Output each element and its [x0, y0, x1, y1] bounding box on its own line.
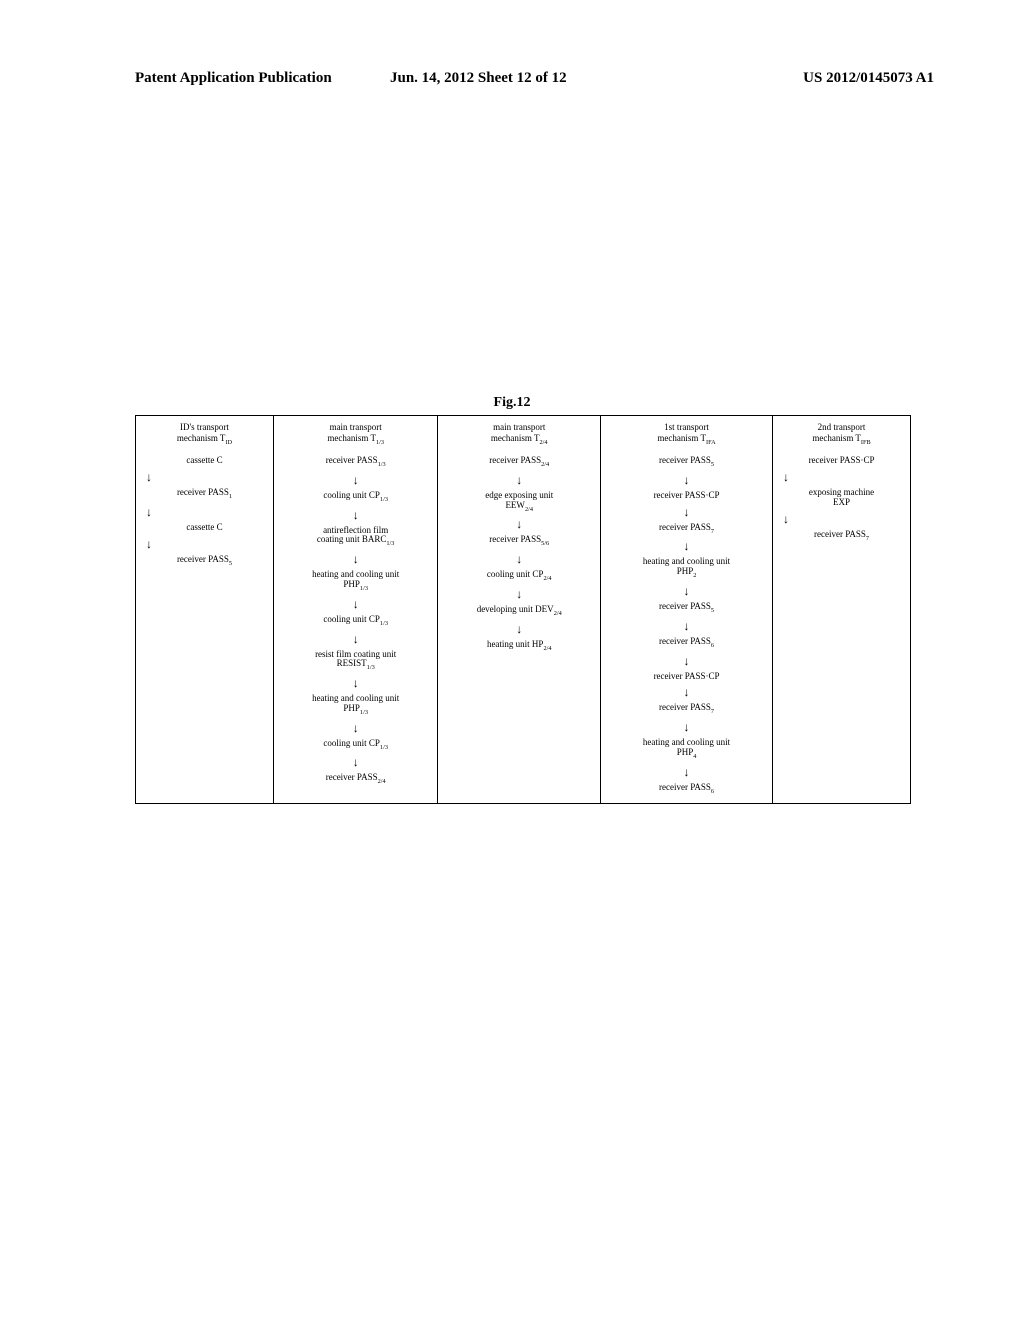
flow-step: cooling unit CP1/3	[280, 615, 431, 628]
down-arrow-icon: ↓	[607, 766, 766, 778]
flow-step: cooling unit CP1/3	[280, 739, 431, 752]
flow-step: cooling unit CP1/3	[280, 491, 431, 504]
down-arrow-icon: ↓	[607, 585, 766, 597]
table-column: 1st transportmechanism TIFA receiver PASS…	[601, 416, 773, 803]
down-arrow-icon: ↓	[280, 756, 431, 768]
down-arrow-icon: ↓	[280, 509, 431, 521]
down-arrow-icon: ↓	[146, 471, 267, 483]
down-arrow-icon: ↓	[280, 553, 431, 565]
table-column: main transportmechanism T2/4 receiver PAS…	[438, 416, 601, 803]
flow-step: heating and cooling unitPHP1/3	[280, 694, 431, 717]
column-title: 1st transportmechanism TIFA	[607, 420, 766, 454]
flow-step: receiver PASS7	[607, 523, 766, 536]
flow-step: heating and cooling unitPHP4	[607, 738, 766, 761]
flow-step: receiver PASS5/6	[444, 535, 594, 548]
down-arrow-icon: ↓	[280, 722, 431, 734]
down-arrow-icon: ↓	[444, 474, 594, 486]
flow-step: receiver PASS6	[607, 637, 766, 650]
down-arrow-icon: ↓	[444, 623, 594, 635]
down-arrow-icon: ↓	[607, 620, 766, 632]
flow-step: receiver PASS7	[607, 703, 766, 716]
flow-step: cooling unit CP2/4	[444, 570, 594, 583]
flow-step: receiver PASS5	[607, 602, 766, 615]
flow-step: resist film coating unitRESIST1/3	[280, 650, 431, 673]
table-column: ID's transportmechanism TID cassette C ↓ re…	[136, 416, 274, 803]
flow-step: heating and cooling unitPHP2	[607, 557, 766, 580]
flow-step: heating unit HP2/4	[444, 640, 594, 653]
column-title: 2nd transportmechanism TIFB	[779, 420, 904, 454]
column-title: ID's transportmechanism TID	[142, 420, 267, 454]
down-arrow-icon: ↓	[146, 538, 267, 550]
flow-step: receiver PASS1/3	[280, 456, 431, 469]
flow-step: antireflection filmcoating unit BARC1/3	[280, 526, 431, 549]
column-title: main transportmechanism T1/3	[280, 420, 431, 454]
flow-step: receiver PASS·CP	[607, 672, 766, 682]
flow-step: cassette C	[142, 523, 267, 533]
down-arrow-icon: ↓	[607, 721, 766, 733]
flow-step: exposing machineEXP	[779, 488, 904, 508]
flow-step: heating and cooling unitPHP1/3	[280, 570, 431, 593]
down-arrow-icon: ↓	[607, 655, 766, 667]
down-arrow-icon: ↓	[444, 588, 594, 600]
down-arrow-icon: ↓	[607, 686, 766, 698]
header-left: Patent Application Publication	[135, 70, 332, 87]
header-right: US 2012/0145073 A1	[803, 70, 934, 87]
down-arrow-icon: ↓	[607, 474, 766, 486]
flow-step: receiver PASS1	[142, 488, 267, 501]
table-column: 2nd transportmechanism TIFB receiver PASS…	[773, 416, 910, 803]
flow-step: receiver PASS2/4	[280, 773, 431, 786]
flow-step: receiver PASS2/4	[444, 456, 594, 469]
flow-step: receiver PASS·CP	[607, 491, 766, 501]
down-arrow-icon: ↓	[444, 518, 594, 530]
down-arrow-icon: ↓	[783, 471, 904, 483]
flow-step: developing unit DEV2/4	[444, 605, 594, 618]
down-arrow-icon: ↓	[444, 553, 594, 565]
flow-step: edge exposing unitEEW2/4	[444, 491, 594, 514]
flow-step: receiver PASS·CP	[779, 456, 904, 466]
flow-step: receiver PASS5	[607, 456, 766, 469]
flow-step: receiver PASS7	[779, 530, 904, 543]
figure-label: Fig.12	[0, 395, 1024, 411]
column-title: main transportmechanism T2/4	[444, 420, 594, 454]
down-arrow-icon: ↓	[280, 474, 431, 486]
down-arrow-icon: ↓	[280, 677, 431, 689]
down-arrow-icon: ↓	[607, 540, 766, 552]
down-arrow-icon: ↓	[280, 633, 431, 645]
down-arrow-icon: ↓	[783, 513, 904, 525]
header-center: Jun. 14, 2012 Sheet 12 of 12	[390, 70, 567, 87]
down-arrow-icon: ↓	[146, 506, 267, 518]
down-arrow-icon: ↓	[280, 598, 431, 610]
down-arrow-icon: ↓	[607, 506, 766, 518]
flow-step: receiver PASS6	[607, 783, 766, 796]
table-column: main transportmechanism T1/3 receiver PAS…	[274, 416, 438, 803]
flow-table: ID's transportmechanism TID cassette C ↓ re…	[135, 415, 911, 804]
flow-step: receiver PASS5	[142, 555, 267, 568]
flow-step: cassette C	[142, 456, 267, 466]
